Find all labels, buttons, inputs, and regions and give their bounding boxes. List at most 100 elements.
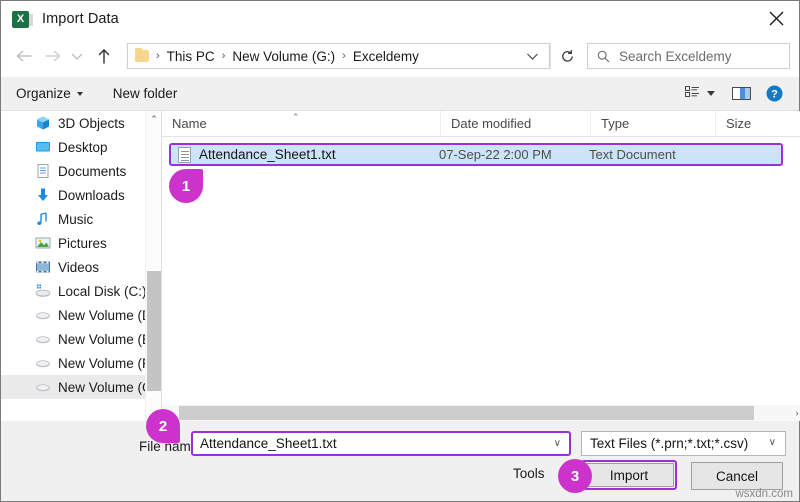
svg-text:?: ?: [771, 89, 778, 101]
tools-button[interactable]: Tools: [513, 466, 545, 481]
breadcrumb-separator: ›: [221, 50, 226, 62]
local-disk-icon: [35, 283, 51, 299]
file-list-header: Name ⌃ Date modified Type Size: [162, 110, 800, 137]
sidebar-item-videos[interactable]: Videos: [1, 255, 161, 279]
drive-icon: [35, 331, 51, 347]
cancel-button[interactable]: Cancel: [691, 462, 783, 490]
sidebar-item-3d-objects[interactable]: 3D Objects: [1, 111, 161, 135]
sidebar-item-label: 3D Objects: [58, 115, 125, 131]
sidebar-item-local-disk-c[interactable]: Local Disk (C:): [1, 279, 161, 303]
scroll-up-icon[interactable]: ⌃: [146, 111, 161, 128]
caret-down-icon: [707, 91, 715, 96]
callout-badge-3: 3: [558, 459, 592, 493]
chevron-down-icon[interactable]: [526, 52, 539, 61]
column-header-date-modified[interactable]: Date modified: [440, 110, 590, 137]
filename-input[interactable]: Attendance_Sheet1.txt ∨: [191, 431, 571, 456]
videos-icon: [35, 259, 51, 275]
sidebar-item-new-volume-g[interactable]: New Volume (G:): [1, 375, 161, 399]
filename-value: Attendance_Sheet1.txt: [200, 436, 337, 451]
breadcrumb-item-this-pc[interactable]: This PC: [167, 49, 215, 64]
file-type-cell: Text Document: [589, 147, 676, 162]
search-input[interactable]: Search Exceldemy: [587, 43, 790, 69]
column-header-name[interactable]: Name ⌃: [162, 111, 440, 137]
page-title: Import Data: [42, 11, 119, 27]
downloads-icon: [35, 187, 51, 203]
chevron-down-icon[interactable]: ∨: [554, 438, 561, 449]
sidebar-item-label: Downloads: [58, 187, 125, 203]
scrollbar-thumb[interactable]: [179, 406, 754, 420]
drive-icon: [35, 355, 51, 371]
file-list-horizontal-scrollbar[interactable]: ‹ ›: [162, 405, 800, 421]
documents-icon: [35, 163, 51, 179]
file-list-pane: Name ⌃ Date modified Type Size Attendanc…: [161, 110, 800, 421]
caret-down-icon: [76, 91, 83, 96]
sidebar-item-label: Videos: [58, 259, 100, 275]
file-type-value: Text Files (*.prn;*.txt;*.csv): [590, 436, 749, 451]
sidebar-item-downloads[interactable]: Downloads: [1, 183, 161, 207]
sidebar-item-new-volume-f[interactable]: New Volume (F:): [1, 351, 161, 375]
refresh-icon[interactable]: [551, 44, 583, 68]
view-layout-icon[interactable]: [679, 86, 721, 101]
callout-badge-2: 2: [146, 409, 180, 443]
column-header-size[interactable]: Size: [715, 110, 800, 137]
sidebar-item-desktop[interactable]: Desktop: [1, 135, 161, 159]
file-type-select[interactable]: Text Files (*.prn;*.txt;*.csv) ∨: [581, 431, 786, 456]
scrollbar-thumb[interactable]: [147, 271, 161, 391]
drive-icon: [35, 307, 51, 323]
desktop-icon: [35, 139, 51, 155]
up-arrow-icon[interactable]: [90, 41, 118, 71]
3d-objects-icon: [35, 115, 51, 131]
preview-pane-icon[interactable]: [721, 86, 762, 101]
organize-button[interactable]: Organize: [16, 86, 83, 101]
breadcrumb[interactable]: › This PC › New Volume (G:) › Exceldemy: [127, 43, 550, 69]
sidebar-item-new-volume-d[interactable]: New Volume (D:): [1, 303, 161, 327]
sort-ascending-icon: ⌃: [292, 111, 300, 122]
sidebar-item-new-volume-e[interactable]: New Volume (E:): [1, 327, 161, 351]
breadcrumb-item-exceldemy[interactable]: Exceldemy: [353, 49, 419, 64]
import-button-highlight: Import: [581, 460, 677, 490]
recent-locations-chevron-icon[interactable]: [66, 41, 88, 71]
dialog-body: 3D Objects Desktop Documents Downloads M…: [1, 110, 800, 421]
search-placeholder: Search Exceldemy: [619, 48, 732, 64]
sidebar-item-label: Pictures: [58, 235, 107, 251]
title-bar: Import Data: [1, 1, 799, 37]
breadcrumb-separator: ›: [342, 50, 346, 62]
sidebar-scrollbar[interactable]: ⌃ ⌄: [145, 111, 161, 421]
chevron-down-icon[interactable]: ∨: [769, 437, 776, 448]
back-arrow-icon[interactable]: [10, 41, 38, 71]
forward-arrow-icon[interactable]: [38, 41, 66, 71]
watermark: wsxdn.com: [735, 488, 793, 500]
pictures-icon: [35, 235, 51, 251]
breadcrumb-separator: ›: [156, 50, 160, 62]
close-icon[interactable]: [753, 1, 799, 35]
command-bar: Organize New folder ?: [1, 77, 799, 111]
file-date-cell: 07-Sep-22 2:00 PM: [439, 147, 552, 162]
help-icon[interactable]: ?: [762, 85, 787, 102]
drive-icon: [35, 379, 51, 395]
navigation-bar: › This PC › New Volume (G:) › Exceldemy: [1, 37, 799, 75]
sidebar-item-label: New Volume (F:): [58, 355, 159, 371]
sidebar-item-pictures[interactable]: Pictures: [1, 231, 161, 255]
import-button[interactable]: Import: [584, 463, 674, 487]
sidebar-item-documents[interactable]: Documents: [1, 159, 161, 183]
sidebar-item-label: Music: [58, 211, 94, 227]
column-header-type[interactable]: Type: [590, 110, 715, 137]
text-document-icon: [178, 146, 191, 163]
callout-badge-1: 1: [169, 169, 203, 203]
breadcrumb-item-new-volume-g[interactable]: New Volume (G:): [232, 49, 335, 64]
sidebar-item-label: Documents: [58, 163, 127, 179]
sidebar-item-label: Local Disk (C:): [58, 283, 147, 299]
search-icon: [597, 50, 610, 63]
navigation-sidebar[interactable]: 3D Objects Desktop Documents Downloads M…: [1, 111, 161, 421]
command-bar-right: ?: [679, 85, 787, 102]
organize-label: Organize: [16, 86, 71, 101]
column-label: Name: [172, 116, 207, 131]
table-row[interactable]: Attendance_Sheet1.txt 07-Sep-22 2:00 PM …: [169, 143, 783, 166]
excel-icon: [12, 10, 33, 28]
sidebar-item-label: Desktop: [58, 139, 108, 155]
scroll-right-icon[interactable]: ›: [789, 405, 800, 421]
import-data-dialog: Import Data: [0, 0, 800, 502]
music-icon: [35, 211, 51, 227]
sidebar-item-music[interactable]: Music: [1, 207, 161, 231]
new-folder-button[interactable]: New folder: [113, 86, 178, 101]
